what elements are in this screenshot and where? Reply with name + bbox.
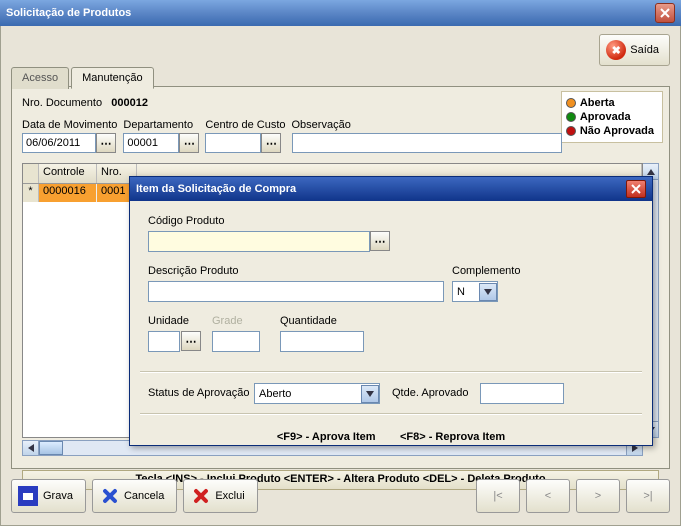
- data-movimento-picker-button[interactable]: ⋯: [96, 133, 116, 153]
- button-bar: Grava Cancela Exclui |< < > >|: [11, 477, 670, 515]
- centro-custo-picker-button[interactable]: ⋯: [261, 133, 281, 153]
- cell-controle[interactable]: 0000016: [39, 184, 97, 202]
- doc-number-label: Nro. Documento: [22, 97, 102, 109]
- window-title: Solicitação de Produtos: [6, 7, 131, 19]
- nav-first-button[interactable]: |<: [476, 479, 520, 513]
- window-close-button[interactable]: [655, 3, 675, 23]
- unidade-input[interactable]: [148, 331, 180, 352]
- bullet-red-icon: [566, 126, 576, 136]
- grade-input: [212, 331, 260, 352]
- status-aprovacao-combo[interactable]: Aberto: [254, 383, 380, 404]
- delete-icon: [190, 486, 210, 506]
- cancela-button[interactable]: Cancela: [92, 479, 177, 513]
- bullet-orange-icon: [566, 98, 576, 108]
- descricao-produto-input[interactable]: [148, 281, 444, 302]
- col-controle[interactable]: Controle: [39, 164, 97, 183]
- legend-aberta: Aberta: [580, 96, 615, 110]
- tab-acesso[interactable]: Acesso: [11, 67, 69, 89]
- descricao-produto-label: Descrição Produto: [148, 265, 239, 277]
- dialog-title: Item da Solicitação de Compra: [136, 183, 296, 195]
- centro-custo-label: Centro de Custo: [205, 119, 285, 131]
- window-titlebar: Solicitação de Produtos: [0, 0, 681, 26]
- qtde-aprovado-input[interactable]: [480, 383, 564, 404]
- hint-f8: <F8> - Reprova Item: [400, 431, 505, 443]
- centro-custo-input[interactable]: [205, 133, 261, 153]
- doc-number-area: Nro. Documento 000012: [22, 97, 148, 109]
- departamento-input[interactable]: 00001: [123, 133, 179, 153]
- complemento-label: Complemento: [452, 265, 520, 277]
- tabstrip: Acesso Manutenção: [11, 66, 156, 88]
- grava-button[interactable]: Grava: [11, 479, 86, 513]
- cancel-icon: [99, 486, 119, 506]
- data-movimento-input[interactable]: 06/06/2011: [22, 133, 96, 153]
- complemento-combo[interactable]: N: [452, 281, 498, 302]
- divider: [140, 413, 642, 415]
- scroll-thumb[interactable]: [39, 441, 63, 455]
- nav-prev-button[interactable]: <: [526, 479, 570, 513]
- hint-f9: <F9> - Aprova Item: [277, 431, 376, 443]
- unidade-label: Unidade: [148, 315, 189, 327]
- nav-next-button[interactable]: >: [576, 479, 620, 513]
- dialog-close-button[interactable]: [626, 180, 646, 198]
- dialog-hint-bar: <F9> - Aprova Item <F8> - Reprova Item: [130, 431, 652, 443]
- tab-manutencao[interactable]: Manutenção: [71, 67, 154, 89]
- grade-label: Grade: [212, 315, 243, 327]
- item-dialog: Item da Solicitação de Compra Código Pro…: [129, 176, 653, 446]
- divider: [140, 371, 642, 373]
- unidade-picker-button[interactable]: ⋯: [181, 331, 201, 351]
- codigo-produto-input[interactable]: [148, 231, 370, 252]
- save-icon: [18, 486, 38, 506]
- exit-icon: ✖: [606, 40, 626, 60]
- doc-number-value: 000012: [111, 97, 148, 109]
- quantidade-input[interactable]: [280, 331, 364, 352]
- departamento-picker-button[interactable]: ⋯: [179, 133, 199, 153]
- status-legend: Aberta Aprovada Não Aprovada: [561, 91, 663, 143]
- row-marker: *: [23, 184, 39, 202]
- quantidade-label: Quantidade: [280, 315, 337, 327]
- observacao-label: Observação: [292, 119, 562, 131]
- scroll-left-icon[interactable]: [23, 441, 39, 455]
- nav-last-button[interactable]: >|: [626, 479, 670, 513]
- codigo-produto-label: Código Produto: [148, 215, 224, 227]
- exit-button[interactable]: ✖ Saída: [599, 34, 670, 66]
- chevron-down-icon: [479, 283, 497, 301]
- observacao-input[interactable]: [292, 133, 562, 153]
- exclui-button[interactable]: Exclui: [183, 479, 257, 513]
- bullet-green-icon: [566, 112, 576, 122]
- codigo-produto-picker-button[interactable]: ⋯: [370, 231, 390, 251]
- client-area: Aberta Aprovada Não Aprovada Nro. Docume…: [0, 26, 681, 526]
- status-aprovacao-label: Status de Aprovação: [148, 387, 250, 399]
- fields-row: Data de Movimento 06/06/2011 ⋯ Departame…: [22, 119, 562, 153]
- dialog-titlebar: Item da Solicitação de Compra: [130, 177, 652, 201]
- legend-aprovada: Aprovada: [580, 110, 631, 124]
- departamento-label: Departamento: [123, 119, 199, 131]
- exit-label: Saída: [630, 44, 659, 56]
- data-movimento-label: Data de Movimento: [22, 119, 117, 131]
- qtde-aprovado-label: Qtde. Aprovado: [392, 387, 468, 399]
- legend-nao-aprovada: Não Aprovada: [580, 124, 654, 138]
- chevron-down-icon: [361, 385, 379, 403]
